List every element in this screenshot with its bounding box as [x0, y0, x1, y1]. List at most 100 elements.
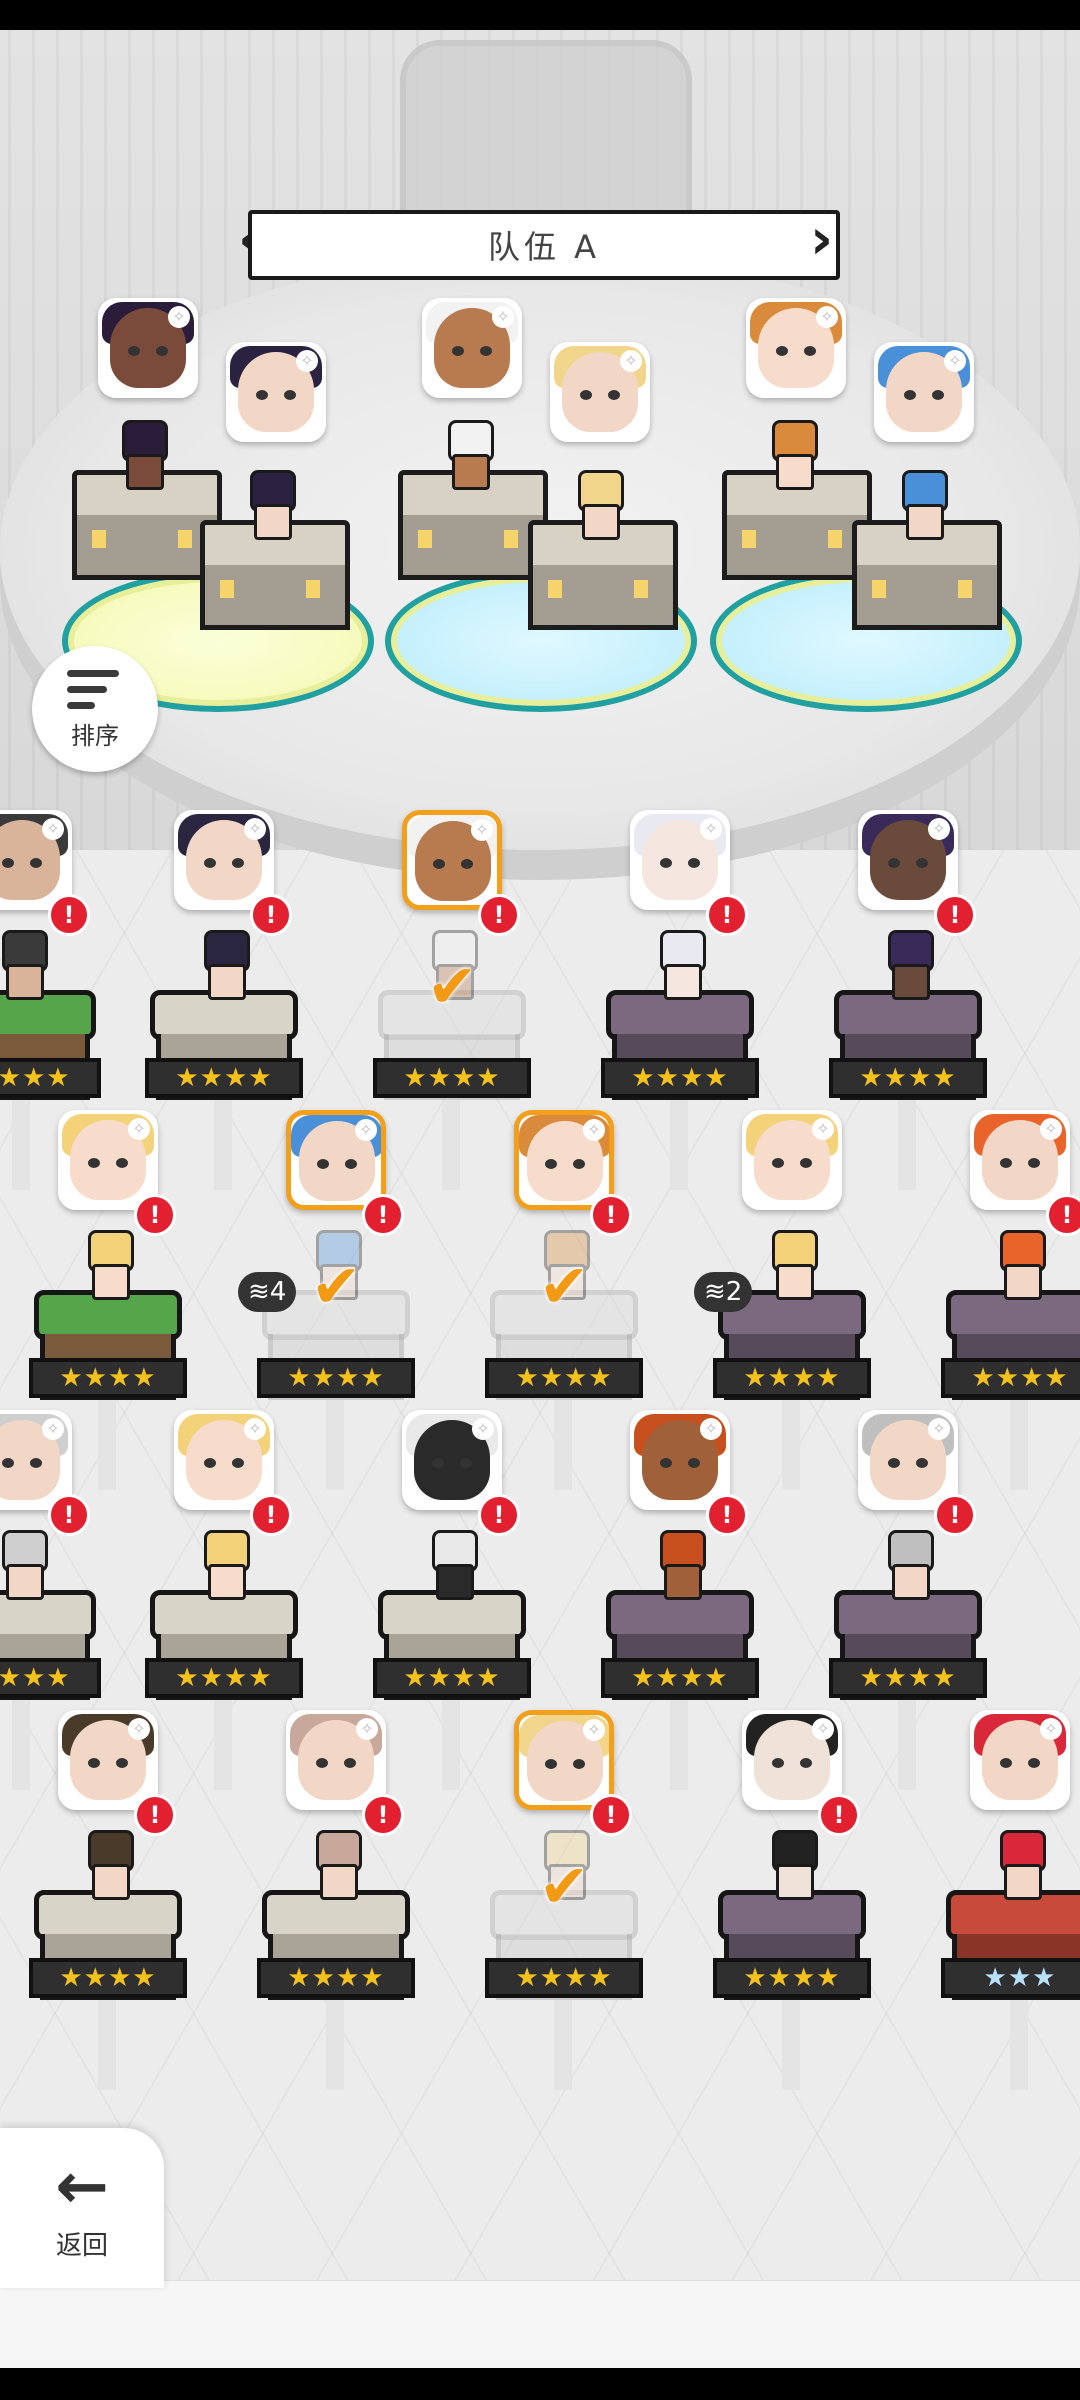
alert-icon: !: [478, 894, 520, 936]
alert-icon: !: [706, 894, 748, 936]
character-portrait[interactable]: ✧: [630, 810, 730, 910]
portrait-eye: [88, 1158, 100, 1168]
portrait-eye: [573, 1159, 585, 1169]
chibi-sprite: [194, 930, 254, 1000]
team-member-portrait[interactable]: ✧: [550, 342, 650, 442]
sprite-body: [452, 454, 490, 490]
alert-icon: !: [362, 1194, 404, 1236]
sparkle-icon: ✧: [583, 1719, 605, 1741]
portrait-eye: [432, 1458, 444, 1468]
character-portrait[interactable]: ✧: [858, 1410, 958, 1510]
sparkle-icon: ✧: [1040, 1718, 1062, 1740]
portrait-eye: [433, 859, 445, 869]
sparkle-icon: ✧: [168, 306, 190, 328]
sparkle-icon: ✧: [244, 1418, 266, 1440]
character-portrait[interactable]: ✧: [58, 1710, 158, 1810]
portrait-eye: [345, 1159, 357, 1169]
pedestal-window: [742, 530, 756, 548]
star-rating: ★★★★: [373, 1058, 531, 1098]
sparkle-icon: ✧: [471, 819, 493, 841]
team-member-portrait[interactable]: ✧: [746, 298, 846, 398]
sparkle-icon: ✧: [128, 1118, 150, 1140]
sprite-body: [208, 964, 246, 1000]
character-portrait[interactable]: ✧: [970, 1110, 1070, 1210]
portrait-eye: [660, 858, 672, 868]
sparkle-icon: ✧: [42, 1418, 64, 1440]
character-portrait[interactable]: ✧: [970, 1710, 1070, 1810]
portrait-eye: [916, 1458, 928, 1468]
portrait-eye: [800, 1158, 812, 1168]
chibi-sprite: [306, 1830, 366, 1900]
sprite-body: [208, 1564, 246, 1600]
selected-check-icon: ✔: [426, 952, 478, 1022]
character-portrait[interactable]: ✧: [174, 1410, 274, 1510]
sprite-body: [776, 454, 814, 490]
character-portrait[interactable]: ✧: [514, 1710, 614, 1810]
character-portrait[interactable]: ✧: [286, 1710, 386, 1810]
selected-check-icon: ✔: [310, 1252, 362, 1322]
character-portrait[interactable]: ✧: [858, 810, 958, 910]
alert-icon: !: [706, 1494, 748, 1536]
portrait-eye: [460, 1458, 472, 1468]
team-title: 队伍 A: [248, 210, 840, 280]
portrait-eye: [1028, 1158, 1040, 1168]
chibi-sprite: [0, 1530, 52, 1600]
back-button[interactable]: ← 返回: [0, 2128, 164, 2288]
sparkle-icon: ✧: [812, 1718, 834, 1740]
pedestal-window: [418, 530, 432, 548]
roster-post: [12, 1100, 30, 1190]
portrait-eye: [116, 1758, 128, 1768]
status-bar: [0, 0, 1080, 30]
portrait-eye: [344, 1758, 356, 1768]
sparkle-icon: ✧: [816, 306, 838, 328]
team-member-portrait[interactable]: ✧: [98, 298, 198, 398]
star-rating: ★★★★: [29, 1358, 187, 1398]
roster-post: [670, 1100, 688, 1190]
chibi-sprite: [990, 1230, 1050, 1300]
alert-icon: !: [934, 1494, 976, 1536]
character-portrait[interactable]: ✧: [742, 1710, 842, 1810]
chibi-sprite: [112, 420, 172, 490]
sparkle-icon: ✧: [700, 818, 722, 840]
sprite-body: [892, 964, 930, 1000]
character-portrait[interactable]: ✧: [742, 1110, 842, 1210]
team-member-portrait[interactable]: ✧: [874, 342, 974, 442]
sparkle-icon: ✧: [492, 306, 514, 328]
character-portrait[interactable]: ✧: [402, 1410, 502, 1510]
next-team-icon[interactable]: ›: [810, 210, 840, 272]
sort-button[interactable]: 排序: [32, 646, 158, 772]
sprite-body: [6, 1564, 44, 1600]
portrait-eye: [128, 346, 140, 356]
character-portrait[interactable]: ✧: [402, 810, 502, 910]
portrait-eye: [888, 858, 900, 868]
alert-icon: !: [134, 1194, 176, 1236]
team-member-portrait[interactable]: ✧: [226, 342, 326, 442]
portrait-eye: [804, 346, 816, 356]
roster-post: [898, 1100, 916, 1190]
character-portrait[interactable]: ✧: [58, 1110, 158, 1210]
portrait-eye: [284, 390, 296, 400]
sort-label: 排序: [71, 721, 119, 750]
sort-icon: [67, 668, 123, 712]
character-portrait[interactable]: ✧: [286, 1110, 386, 1210]
game-screen: { "title": "队伍 A", "sort_label": "排序", "…: [0, 0, 1080, 2400]
sparkle-icon: ✧: [812, 1118, 834, 1140]
team-member-portrait[interactable]: ✧: [422, 298, 522, 398]
roster-post: [898, 1700, 916, 1790]
pedestal-window: [828, 530, 842, 548]
roster-post: [554, 1400, 572, 1490]
star-rating: ★★★★: [829, 1058, 987, 1098]
portrait-eye: [772, 1758, 784, 1768]
sprite-body: [582, 504, 620, 540]
character-portrait[interactable]: ✧: [630, 1410, 730, 1510]
pedestal-window: [548, 580, 562, 598]
portrait-eye: [800, 1758, 812, 1768]
sprite-body: [664, 964, 702, 1000]
chibi-sprite: [650, 930, 710, 1000]
character-portrait[interactable]: ✧: [514, 1110, 614, 1210]
alert-icon: !: [934, 894, 976, 936]
roster-post: [442, 1700, 460, 1790]
sprite-body: [1004, 1864, 1042, 1900]
character-portrait[interactable]: ✧: [174, 810, 274, 910]
sprite-body: [906, 504, 944, 540]
